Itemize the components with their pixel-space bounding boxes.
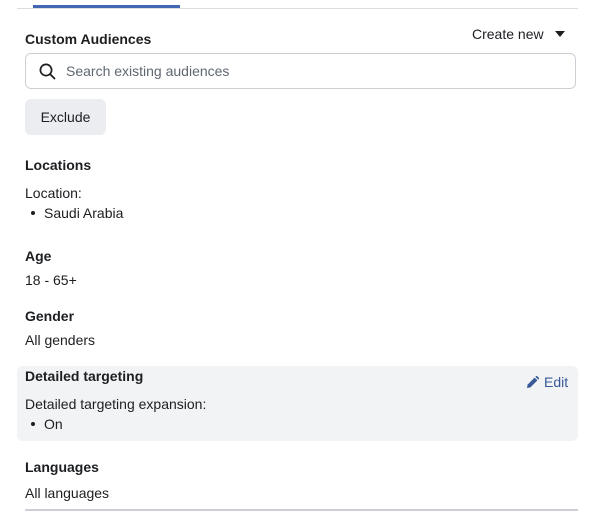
languages-value: All languages xyxy=(25,485,110,501)
expansion-list-item: On xyxy=(31,416,63,432)
expansion-value: On xyxy=(44,416,63,432)
create-new-label: Create new xyxy=(472,26,544,42)
location-label: Location: xyxy=(25,185,82,201)
locations-title: Locations xyxy=(25,157,92,173)
exclude-button[interactable]: Exclude xyxy=(25,99,106,135)
detailed-targeting-title: Detailed targeting xyxy=(25,368,144,384)
active-tab-indicator xyxy=(33,5,180,8)
search-input[interactable] xyxy=(66,63,546,79)
age-value: 18 - 65+ xyxy=(25,272,77,288)
audience-search-field[interactable] xyxy=(25,53,576,89)
pencil-icon xyxy=(526,375,539,389)
caret-down-icon xyxy=(554,31,565,37)
custom-audiences-title: Custom Audiences xyxy=(25,31,152,47)
bullet-icon xyxy=(31,422,35,427)
exclude-button-label: Exclude xyxy=(40,109,91,125)
age-title: Age xyxy=(25,248,52,264)
edit-detailed-targeting-link[interactable]: Edit xyxy=(526,373,568,391)
gender-value: All genders xyxy=(25,332,96,348)
tab-bar-divider xyxy=(17,8,578,9)
edit-label: Edit xyxy=(544,374,569,390)
detailed-targeting-expansion-label: Detailed targeting expansion: xyxy=(25,396,207,412)
languages-title: Languages xyxy=(25,459,99,475)
create-new-dropdown[interactable]: Create new xyxy=(472,25,565,43)
gender-title: Gender xyxy=(25,308,75,324)
location-list-item: Saudi Arabia xyxy=(31,205,123,221)
search-icon xyxy=(38,62,56,80)
audience-targeting-panel: Custom Audiences Create new Exclude Loca… xyxy=(0,0,598,520)
location-value: Saudi Arabia xyxy=(44,205,124,221)
section-divider xyxy=(25,509,578,511)
bullet-icon xyxy=(31,211,35,216)
